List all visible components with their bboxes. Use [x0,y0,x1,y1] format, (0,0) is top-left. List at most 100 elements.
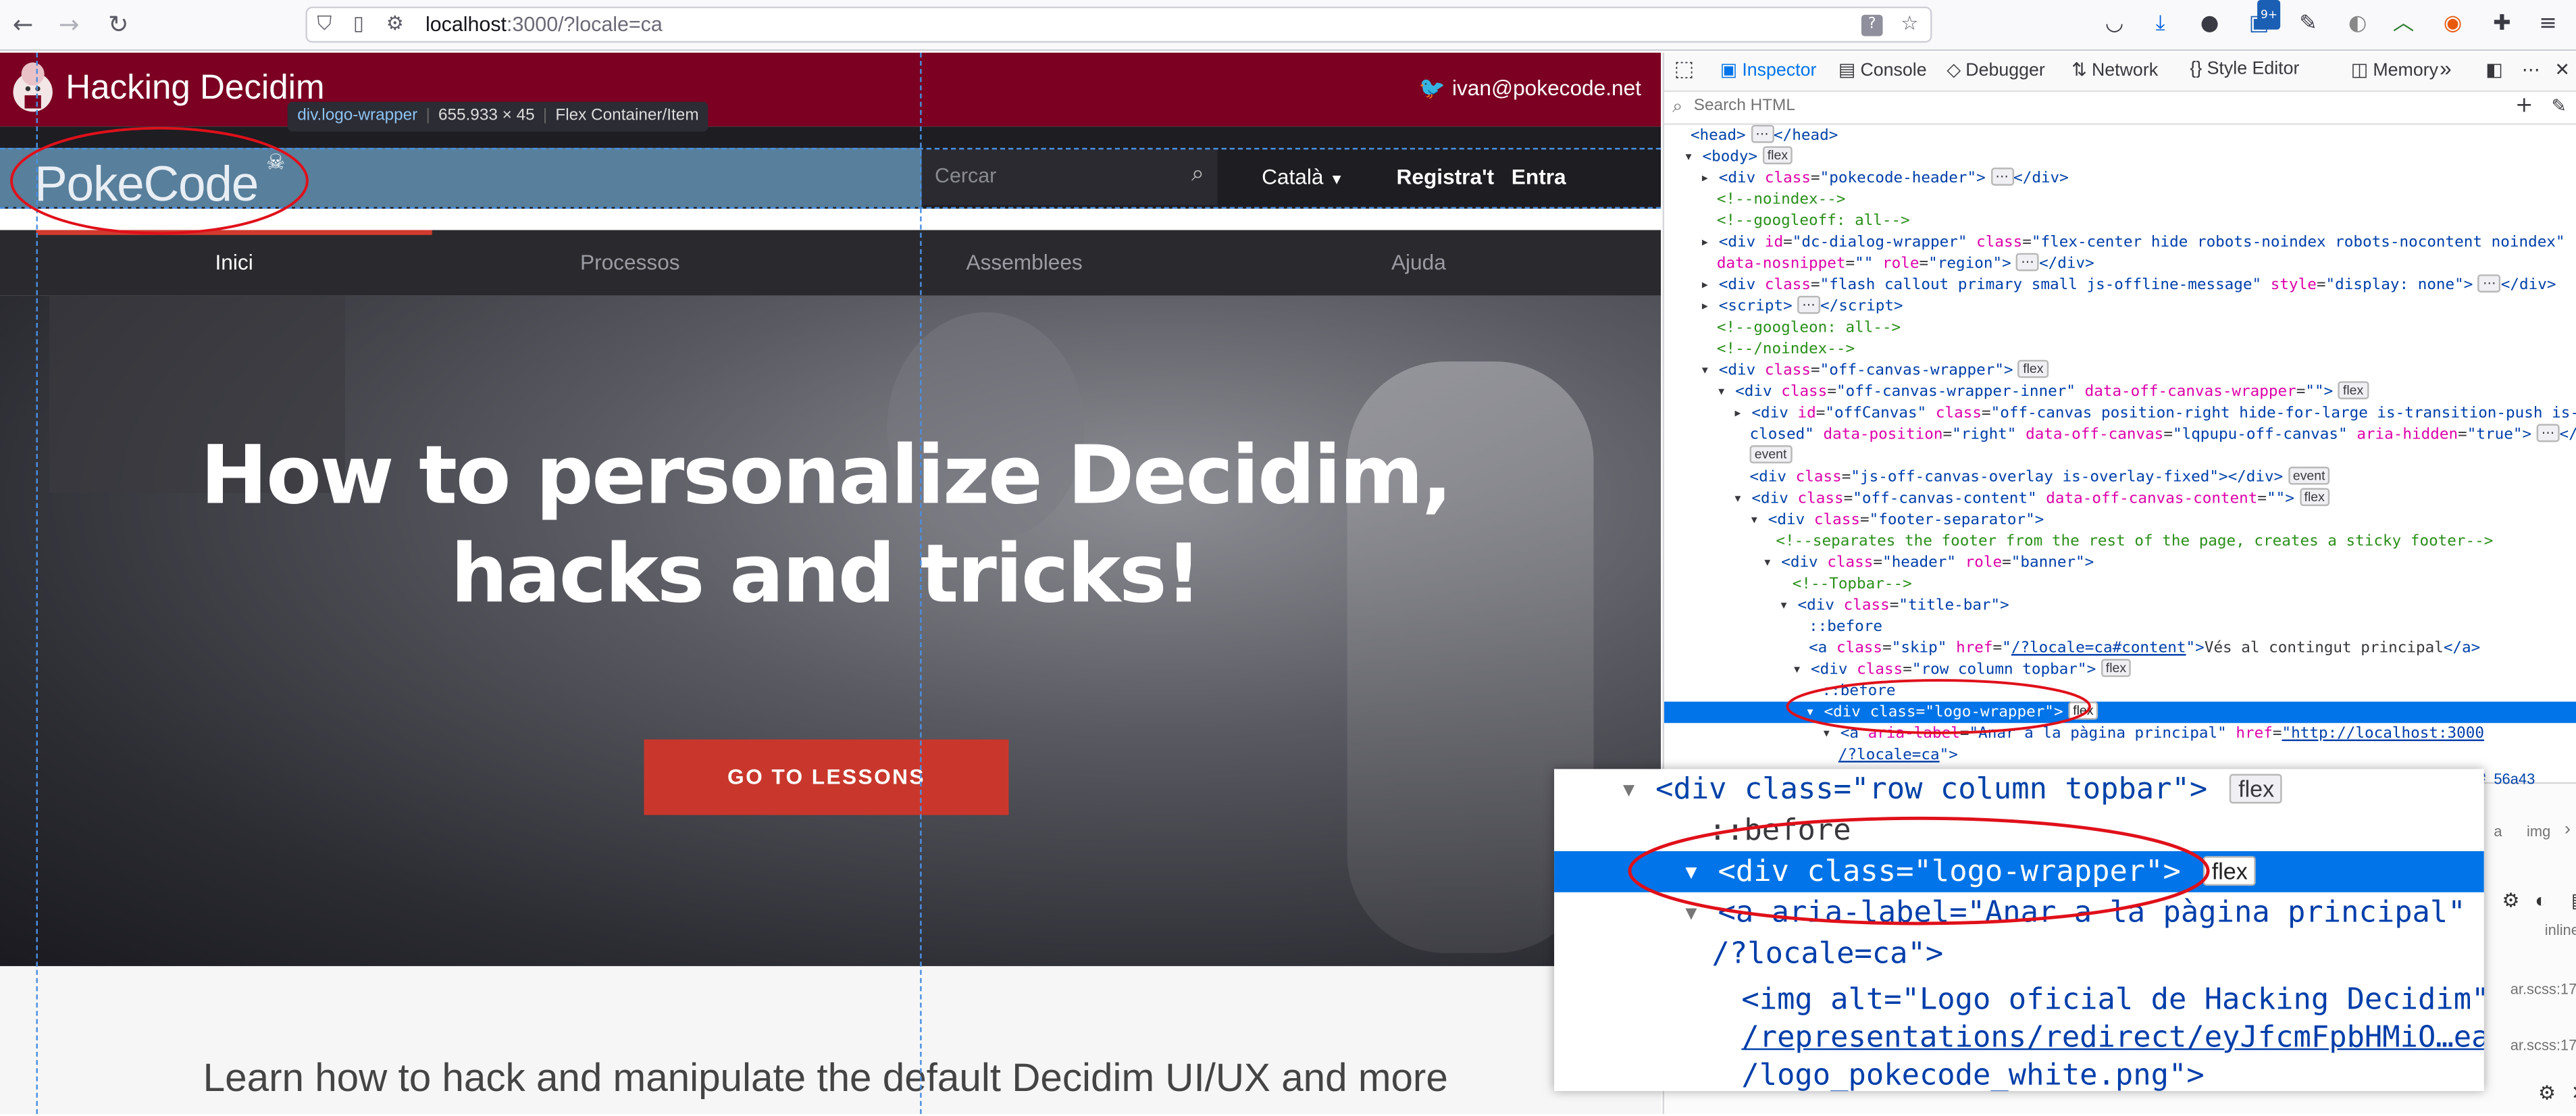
mascot-logo-icon[interactable] [10,59,56,119]
element-picker-icon[interactable]: ⬚ [1674,56,1695,82]
print-icon[interactable]: ▤ [2571,889,2576,912]
tree-comment[interactable]: <!--/noindex--> [1664,338,2576,360]
menu-item-ajuda[interactable]: Ajuda [1220,230,1616,296]
close-devtools-icon[interactable]: ✕ [2554,59,2569,80]
more-tools-icon[interactable]: » [2440,56,2452,80]
forward-icon[interactable]: → [53,8,86,41]
close-icon[interactable]: ✕ [2571,1082,2576,1105]
tree-node[interactable]: ▸ <div class="pokecode-header"> ⋯ </div> [1664,168,2576,189]
shield-icon[interactable]: ⛉ [317,11,332,36]
browser-toolbar: ← → ↻ ⛉ ▯ ⚙ localhost:3000/?locale=ca ? … [0,0,2576,51]
breadcrumb-img[interactable]: img [2527,823,2550,840]
url-bar[interactable]: ⛉ ▯ ⚙ localhost:3000/?locale=ca ? ☆ [305,6,1932,43]
tree-pseudo[interactable]: ::before [1664,680,2576,702]
search-input[interactable]: Cercar ⌕ [921,149,1218,206]
downloads-icon[interactable]: ⤓ [2146,10,2175,40]
tree-node[interactable]: event [1664,445,2576,467]
menu-item-processos[interactable]: Processos [432,230,828,296]
tree-node[interactable]: ▾ <div class="off-canvas-wrapper-inner" … [1664,381,2576,403]
back-icon[interactable]: ← [7,8,40,41]
login-link[interactable]: Entra [1512,164,1566,188]
tree-node[interactable]: ▸ <script> ⋯ </script> [1664,295,2576,318]
link-tail[interactable]: 56a43 [2494,771,2535,787]
tab-network[interactable]: ⇅ Network [2071,59,2159,81]
wappalyzer-icon[interactable]: ✎ [2294,10,2323,40]
tree-node[interactable]: closed" data-position="right" data-off-c… [1664,424,2576,446]
tree-comment[interactable]: <!--Topbar--> [1664,574,2576,595]
tab-label: Network [2091,60,2159,81]
tree-node-selected[interactable]: ▾ <div class="logo-wrapper"> flex [1664,701,2576,724]
expand-arrow-icon: ▾ [1682,854,1701,889]
duckduckgo-icon[interactable]: ◉ [2438,10,2468,40]
tree-node[interactable]: /?locale=ca"> [1664,744,2576,766]
language-selector[interactable]: Català ▼ [1262,164,1344,188]
extension-icon[interactable]: ● [2195,10,2225,40]
url-text[interactable]: localhost:3000/?locale=ca [426,13,663,36]
tab-style-editor[interactable]: {} Style Editor [2190,59,2299,79]
extension-w-icon[interactable]: ︿ [2389,10,2419,40]
tree-comment[interactable]: <!--noindex--> [1664,189,2576,211]
menu-item-inici[interactable]: Inici [36,230,432,296]
site-title[interactable]: Hacking Decidim [66,69,324,108]
search-icon[interactable]: ⌕ [1191,161,1204,187]
register-link[interactable]: Registra't [1397,164,1495,188]
style-source-link[interactable]: ar.scss:173 [2510,1037,2576,1053]
tab-inspector[interactable]: ▣ Inspector [1720,59,1817,80]
tree-node[interactable]: <head> ⋯ </head> [1664,124,2576,147]
tab-memory[interactable]: ◫ Memory [2351,59,2438,80]
help-icon[interactable]: ? [1861,14,1883,36]
tree-node[interactable]: ▾ <div class="off-canvas-content" data-o… [1664,488,2576,509]
tree-node[interactable]: ▸ <div id="dc-dialog-wrapper" class="fle… [1664,232,2576,253]
tree-node[interactable]: ▾ <body> flex [1664,146,2576,168]
pokecode-logo[interactable]: PokeCode [34,158,259,214]
permissions-icon[interactable]: ⚙ [386,11,404,34]
menu-icon[interactable]: ≡ [2533,10,2563,40]
menu-item-assemblees[interactable]: Assemblees [826,230,1222,296]
tree-comment[interactable]: <!--googleon: all--> [1664,317,2576,338]
expand-arrow-icon: ▾ [1620,772,1638,807]
rules-settings-icon[interactable]: ⚙ [2502,889,2520,912]
tree-node[interactable]: ▸ <div id="offCanvas" class="off-canvas … [1664,403,2576,424]
breadcrumb-a[interactable]: a [2494,823,2502,840]
tree-node[interactable]: data-nosnippet="" role="region"> ⋯ </div> [1664,253,2576,275]
tree-node[interactable]: ▾ <a aria-label="Anar a la pàgina princi… [1664,723,2576,744]
style-source-link[interactable]: ar.scss:177 [2510,981,2576,997]
settings-icon[interactable]: ⚙ [2538,1082,2556,1105]
tree-pseudo[interactable]: ::before [1664,616,2576,638]
tree-node[interactable]: ▾ <div class="title-bar"> [1664,595,2576,617]
go-to-lessons-button[interactable]: GO TO LESSONS [644,739,1009,815]
tab-debugger[interactable]: ◇ Debugger [1947,59,2044,80]
tree-node[interactable]: ▾ <div class="header" role="banner"> [1664,552,2576,574]
tree-node[interactable]: ▾ <div class="row column topbar"> flex [1664,659,2576,680]
options-icon[interactable]: ⋯ [2522,59,2540,80]
zoom-line: <img alt="Logo oficial de Hacking Decidi… [1554,980,2483,1021]
user-twitter-link[interactable]: 🐦 ivan@pokecode.net [1419,76,1641,102]
tree-node[interactable]: ▾ <div class="off-canvas-wrapper"> flex [1664,359,2576,382]
extensions-icon[interactable]: ✚ [2488,10,2517,40]
pocket-icon[interactable]: ◡ [2100,10,2130,40]
tree-node[interactable]: ▸ <div class="flash callout primary smal… [1664,274,2576,296]
style-editor-icon: {} [2190,59,2203,79]
tab-console[interactable]: ▤ Console [1838,59,1927,80]
extension-badge-icon[interactable]: ▣9+ [2244,0,2281,40]
tree-node[interactable]: <div class="js-off-canvas-overlay is-ove… [1664,466,2576,488]
zoom-line: ▾ <div class="row column topbar"> flex [1554,769,2484,810]
highlighter-infobar: div.logo-wrapper | 655.933 × 45 | Flex Conta… [287,101,709,132]
extension-c-icon[interactable]: ◐ [2343,10,2373,40]
expand-arrow-icon: ▾ [1682,895,1701,930]
eyedropper-icon[interactable]: ✎ [2552,95,2567,117]
contrast-icon[interactable]: ◐ [2535,889,2547,912]
tree-comment[interactable]: <!--separates the footer from the rest o… [1664,531,2576,553]
tree-node[interactable]: ▾ <div class="footer-separator"> [1664,509,2576,531]
reload-icon[interactable]: ↻ [102,8,135,41]
dock-icon[interactable]: ◧ [2485,59,2502,80]
page-icon[interactable]: ▯ [353,11,364,34]
style-source-inline[interactable]: inline [2545,922,2576,938]
bookmark-star-icon[interactable]: ☆ [1901,11,1918,34]
add-node-icon[interactable]: + [2515,94,2533,118]
markup-tree: <head> ⋯ </head> ▾ <body> flex ▸ <div class… [1664,124,2576,782]
tree-comment[interactable]: <!--googleoff: all--> [1664,210,2576,232]
chevron-right-icon[interactable]: › [2565,820,2571,840]
tree-node[interactable]: <a class="skip" href="/?locale=ca#conten… [1664,638,2576,659]
html-search-input[interactable]: ⌕ Search HTML + ✎ [1664,92,2576,125]
